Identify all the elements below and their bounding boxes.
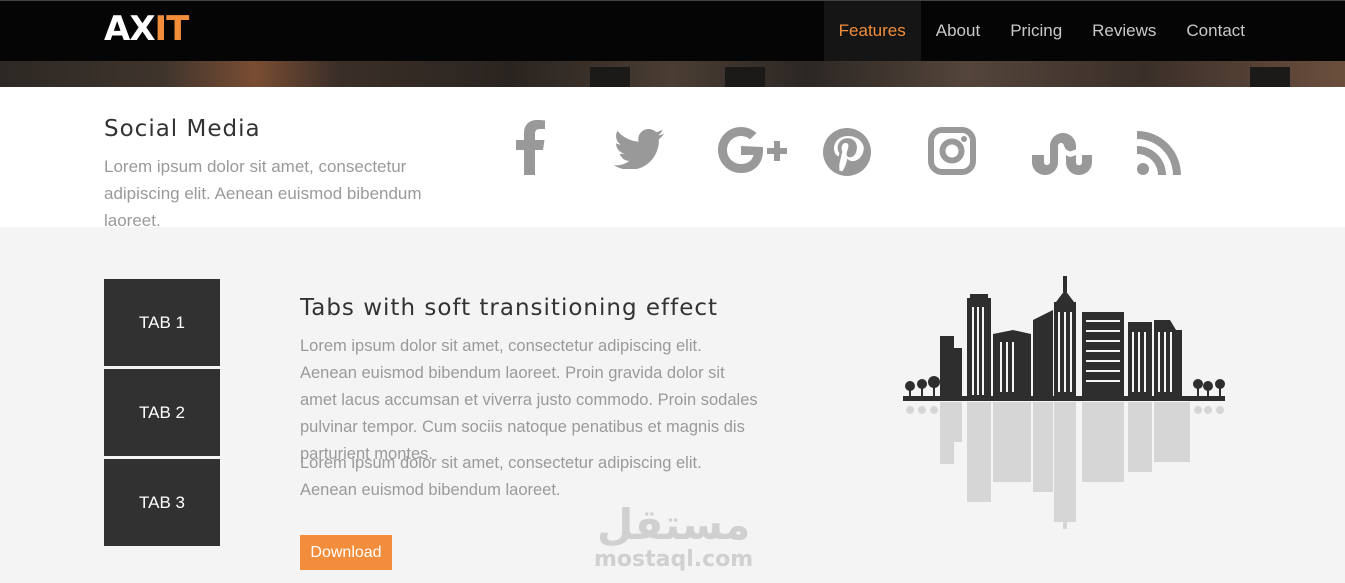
watermark: مستقل mostaql.com bbox=[594, 500, 754, 573]
logo-main: AX bbox=[104, 9, 156, 49]
social-section: Social Media Lorem ipsum dolor sit amet,… bbox=[0, 87, 1345, 230]
watermark-arabic: مستقل bbox=[596, 500, 751, 549]
instagram-icon[interactable] bbox=[928, 127, 976, 175]
main-nav: Features About Pricing Reviews Contact bbox=[823, 1, 1260, 61]
navbar: AXIT Features About Pricing Reviews Cont… bbox=[0, 0, 1345, 61]
rss-icon[interactable] bbox=[1137, 131, 1181, 175]
nav-item-features[interactable]: Features bbox=[823, 1, 921, 61]
logo-accent: IT bbox=[154, 9, 190, 49]
stumbleupon-icon[interactable] bbox=[1032, 133, 1094, 175]
city-skyline-illustration bbox=[903, 276, 1225, 529]
tab-content-title: Tabs with soft transitioning effect bbox=[300, 295, 719, 321]
google-plus-icon[interactable] bbox=[718, 127, 792, 173]
tab-content-paragraph-1: Lorem ipsum dolor sit amet, consectetur … bbox=[300, 337, 758, 463]
twitter-icon[interactable] bbox=[614, 129, 664, 169]
logo[interactable]: AXIT bbox=[104, 9, 190, 49]
download-button[interactable]: Download bbox=[300, 535, 392, 570]
facebook-icon[interactable] bbox=[516, 119, 546, 175]
pinterest-icon[interactable] bbox=[822, 127, 872, 177]
watermark-latin: mostaql.com bbox=[594, 547, 754, 572]
tabs-section: TAB 1 TAB 2 TAB 3 Tabs with soft transit… bbox=[0, 227, 1345, 583]
tab-content-paragraph-2: Lorem ipsum dolor sit amet, consectetur … bbox=[300, 454, 702, 499]
tab-1[interactable]: TAB 1 bbox=[104, 279, 220, 366]
social-icons bbox=[0, 117, 1345, 187]
tab-3[interactable]: TAB 3 bbox=[104, 459, 220, 546]
tab-2[interactable]: TAB 2 bbox=[104, 369, 220, 456]
nav-item-pricing[interactable]: Pricing bbox=[995, 1, 1077, 61]
nav-item-reviews[interactable]: Reviews bbox=[1077, 1, 1171, 61]
hero-image-strip bbox=[0, 61, 1345, 87]
nav-item-contact[interactable]: Contact bbox=[1171, 1, 1260, 61]
nav-item-about[interactable]: About bbox=[921, 1, 995, 61]
